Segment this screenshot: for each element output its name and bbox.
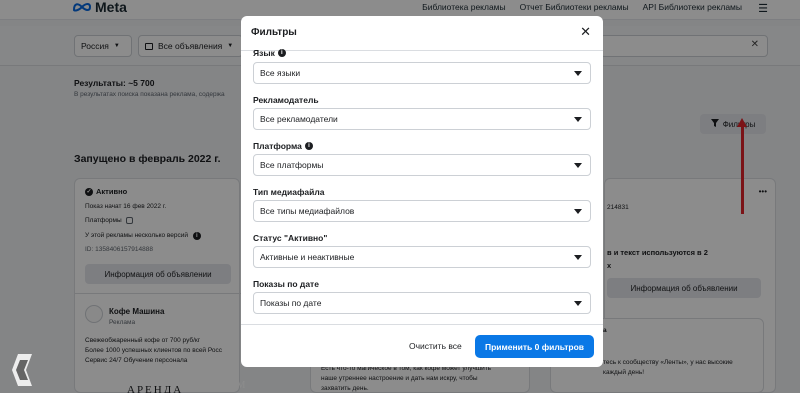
caret-down-icon bbox=[574, 255, 582, 260]
media-type-select-value: Все типы медиафайлов bbox=[260, 206, 355, 216]
field-label-impressions-date-text: Показы по дате bbox=[253, 279, 319, 289]
info-icon[interactable]: i bbox=[304, 142, 313, 150]
platform-select-value: Все платформы bbox=[260, 160, 324, 170]
field-label-advertiser: Рекламодатель bbox=[253, 95, 319, 105]
field-label-language: Язык i bbox=[253, 48, 286, 58]
media-type-select[interactable]: Все типы медиафайлов bbox=[253, 200, 591, 222]
field-label-platform-text: Платформа bbox=[253, 141, 302, 151]
field-label-platform: Платформа i bbox=[253, 141, 313, 151]
clear-all-button[interactable]: Очистить все bbox=[409, 341, 462, 351]
advertiser-select[interactable]: Все рекламодатели bbox=[253, 108, 591, 130]
caret-down-icon bbox=[574, 163, 582, 168]
modal-header-divider bbox=[241, 50, 603, 51]
field-label-active-status-text: Статус "Активно" bbox=[253, 233, 328, 243]
language-select[interactable]: Все языки bbox=[253, 62, 591, 84]
advertiser-select-value: Все рекламодатели bbox=[260, 114, 338, 124]
active-status-select-value: Активные и неактивные bbox=[260, 252, 355, 262]
info-icon[interactable]: i bbox=[277, 49, 286, 57]
field-label-media-type-text: Тип медиафайла bbox=[253, 187, 325, 197]
platform-select[interactable]: Все платформы bbox=[253, 154, 591, 176]
caret-down-icon bbox=[574, 209, 582, 214]
impressions-date-select-value: Показы по дате bbox=[260, 298, 322, 308]
filters-modal: Фильтры ✕ Язык i Все языки Рекламодатель… bbox=[241, 16, 603, 367]
impressions-date-select[interactable]: Показы по дате bbox=[253, 292, 591, 314]
modal-footer-divider bbox=[241, 324, 603, 325]
apply-filters-button[interactable]: Применить 0 фильтров bbox=[475, 335, 594, 358]
field-label-active-status: Статус "Активно" bbox=[253, 233, 327, 243]
modal-title: Фильтры bbox=[251, 27, 297, 38]
field-label-impressions-date: Показы по дате bbox=[253, 279, 319, 289]
caret-down-icon bbox=[574, 71, 582, 76]
caret-down-icon bbox=[574, 301, 582, 306]
caret-down-icon bbox=[574, 117, 582, 122]
field-label-language-text: Язык bbox=[253, 48, 275, 58]
language-select-value: Все языки bbox=[260, 68, 301, 78]
modal-footer: Очистить все Применить 0 фильтров bbox=[241, 332, 603, 367]
watermark-logo-icon bbox=[6, 350, 42, 390]
close-icon[interactable]: ✕ bbox=[580, 24, 591, 40]
field-label-media-type: Тип медиафайла bbox=[253, 187, 324, 197]
active-status-select[interactable]: Активные и неактивные bbox=[253, 246, 591, 268]
field-label-advertiser-text: Рекламодатель bbox=[253, 95, 319, 105]
